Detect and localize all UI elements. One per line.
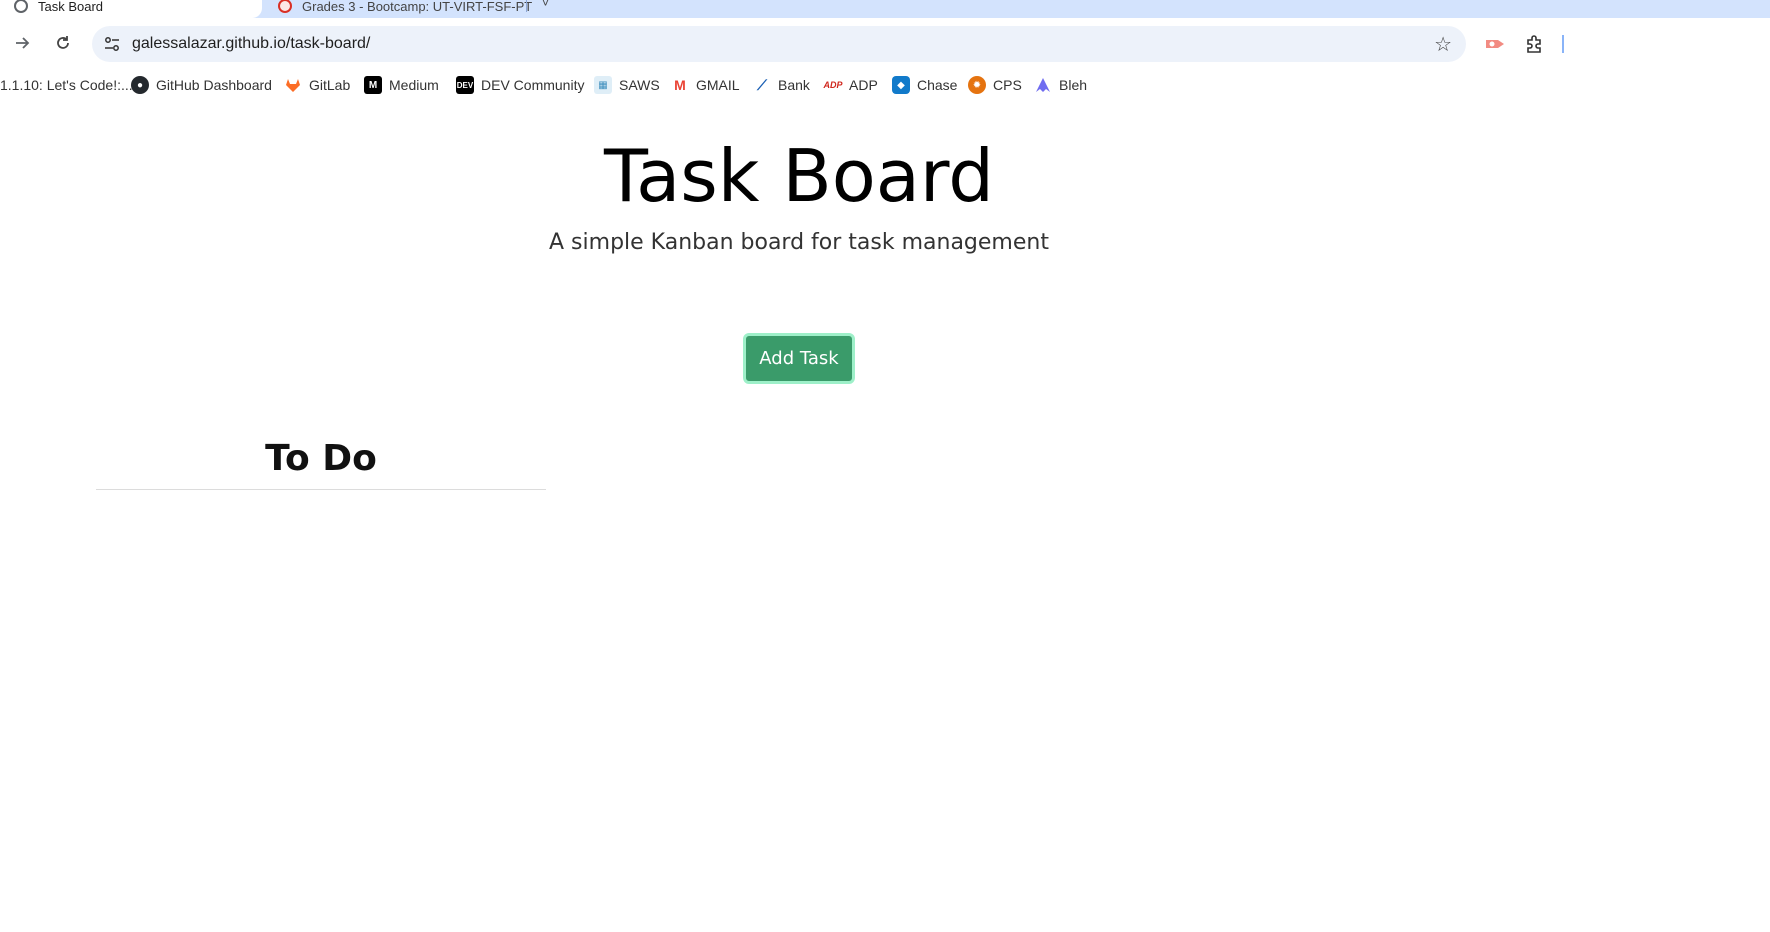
bookmark-lets-code[interactable]: 1.1.10: Let's Code!:... — [0, 75, 133, 95]
bookmark-label: GitLab — [309, 77, 351, 93]
todo-column: To Do — [96, 438, 546, 490]
bookmark-adp[interactable]: ADP ADP — [824, 75, 878, 95]
bookmark-gmail[interactable]: M GMAIL — [671, 75, 740, 95]
browser-toolbar: galessalazar.github.io/task-board/ ☆ — [0, 18, 1770, 68]
site-settings-icon[interactable] — [102, 34, 122, 54]
bookmark-medium[interactable]: M Medium — [364, 75, 439, 95]
bookmark-label: DEV Community — [481, 77, 585, 93]
tab-overflow-icon[interactable]: ˅ — [542, 0, 549, 10]
bookmark-gitlab[interactable]: GitLab — [284, 75, 350, 95]
page-title: Task Board — [604, 134, 994, 218]
url-text: galessalazar.github.io/task-board/ — [132, 35, 371, 52]
profile-edge-icon[interactable] — [1556, 31, 1570, 57]
page-subtitle: A simple Kanban board for task managemen… — [549, 230, 1049, 255]
bank-icon: ⟋ — [753, 76, 771, 94]
tab-task-board[interactable]: Task Board — [0, 0, 262, 18]
bookmarks-bar: 1.1.10: Let's Code!:... ● GitHub Dashboa… — [0, 68, 1770, 102]
bookmark-star-icon[interactable]: ☆ — [1434, 32, 1452, 57]
tab-separator — [526, 0, 527, 12]
forward-arrow-icon[interactable] — [8, 28, 38, 58]
gmail-icon: M — [671, 76, 689, 94]
gitlab-icon — [284, 76, 302, 94]
bookmark-label: GitHub Dashboard — [156, 77, 272, 93]
adp-icon: ADP — [824, 76, 843, 94]
reload-icon[interactable] — [48, 28, 78, 58]
bookmark-label: GMAIL — [696, 77, 740, 93]
github-icon: ● — [131, 76, 149, 94]
bookmark-github-dashboard[interactable]: ● GitHub Dashboard — [131, 75, 272, 95]
bookmark-bank[interactable]: ⟋ Bank — [753, 75, 810, 95]
bookmark-label: Bleh — [1059, 77, 1088, 93]
canvas-icon — [278, 0, 292, 13]
cps-icon: ✹ — [968, 76, 986, 94]
bookmark-label: 1.1.10: Let's Code!:... — [0, 77, 133, 93]
chase-icon: ◆ — [892, 76, 910, 94]
bookmark-cps[interactable]: ✹ CPS — [968, 75, 1022, 95]
bookmark-label: SAWS — [619, 77, 660, 93]
address-bar[interactable]: galessalazar.github.io/task-board/ ☆ — [92, 26, 1466, 62]
tab-grades[interactable]: Grades 3 - Bootcamp: UT-VIRT-FSF-PT — [272, 0, 532, 18]
browser-tabstrip: Task Board Grades 3 - Bootcamp: UT-VIRT-… — [0, 0, 1770, 18]
bleh-icon — [1034, 76, 1052, 94]
saws-icon: ▦ — [594, 76, 612, 94]
dev-icon: DEV — [456, 76, 474, 94]
extension-cast-icon[interactable] — [1482, 31, 1508, 57]
bookmark-label: ADP — [849, 77, 878, 93]
bookmark-chase[interactable]: ◆ Chase — [892, 75, 957, 95]
page-content: Task Board A simple Kanban board for tas… — [0, 102, 1770, 932]
tab-label: Grades 3 - Bootcamp: UT-VIRT-FSF-PT — [302, 0, 533, 14]
bookmark-bleh[interactable]: Bleh — [1034, 75, 1087, 95]
column-title: To Do — [96, 438, 546, 490]
bookmark-label: CPS — [993, 77, 1022, 93]
globe-icon — [14, 0, 28, 13]
add-task-button[interactable]: Add Task — [743, 333, 855, 384]
extensions-puzzle-icon[interactable] — [1522, 31, 1548, 57]
bookmark-dev-community[interactable]: DEV DEV Community — [456, 75, 584, 95]
bookmark-saws[interactable]: ▦ SAWS — [594, 75, 660, 95]
bookmark-label: Medium — [389, 77, 439, 93]
bookmark-label: Chase — [917, 77, 958, 93]
medium-icon: M — [364, 76, 382, 94]
tab-label: Task Board — [38, 0, 104, 14]
bookmark-label: Bank — [778, 77, 810, 93]
